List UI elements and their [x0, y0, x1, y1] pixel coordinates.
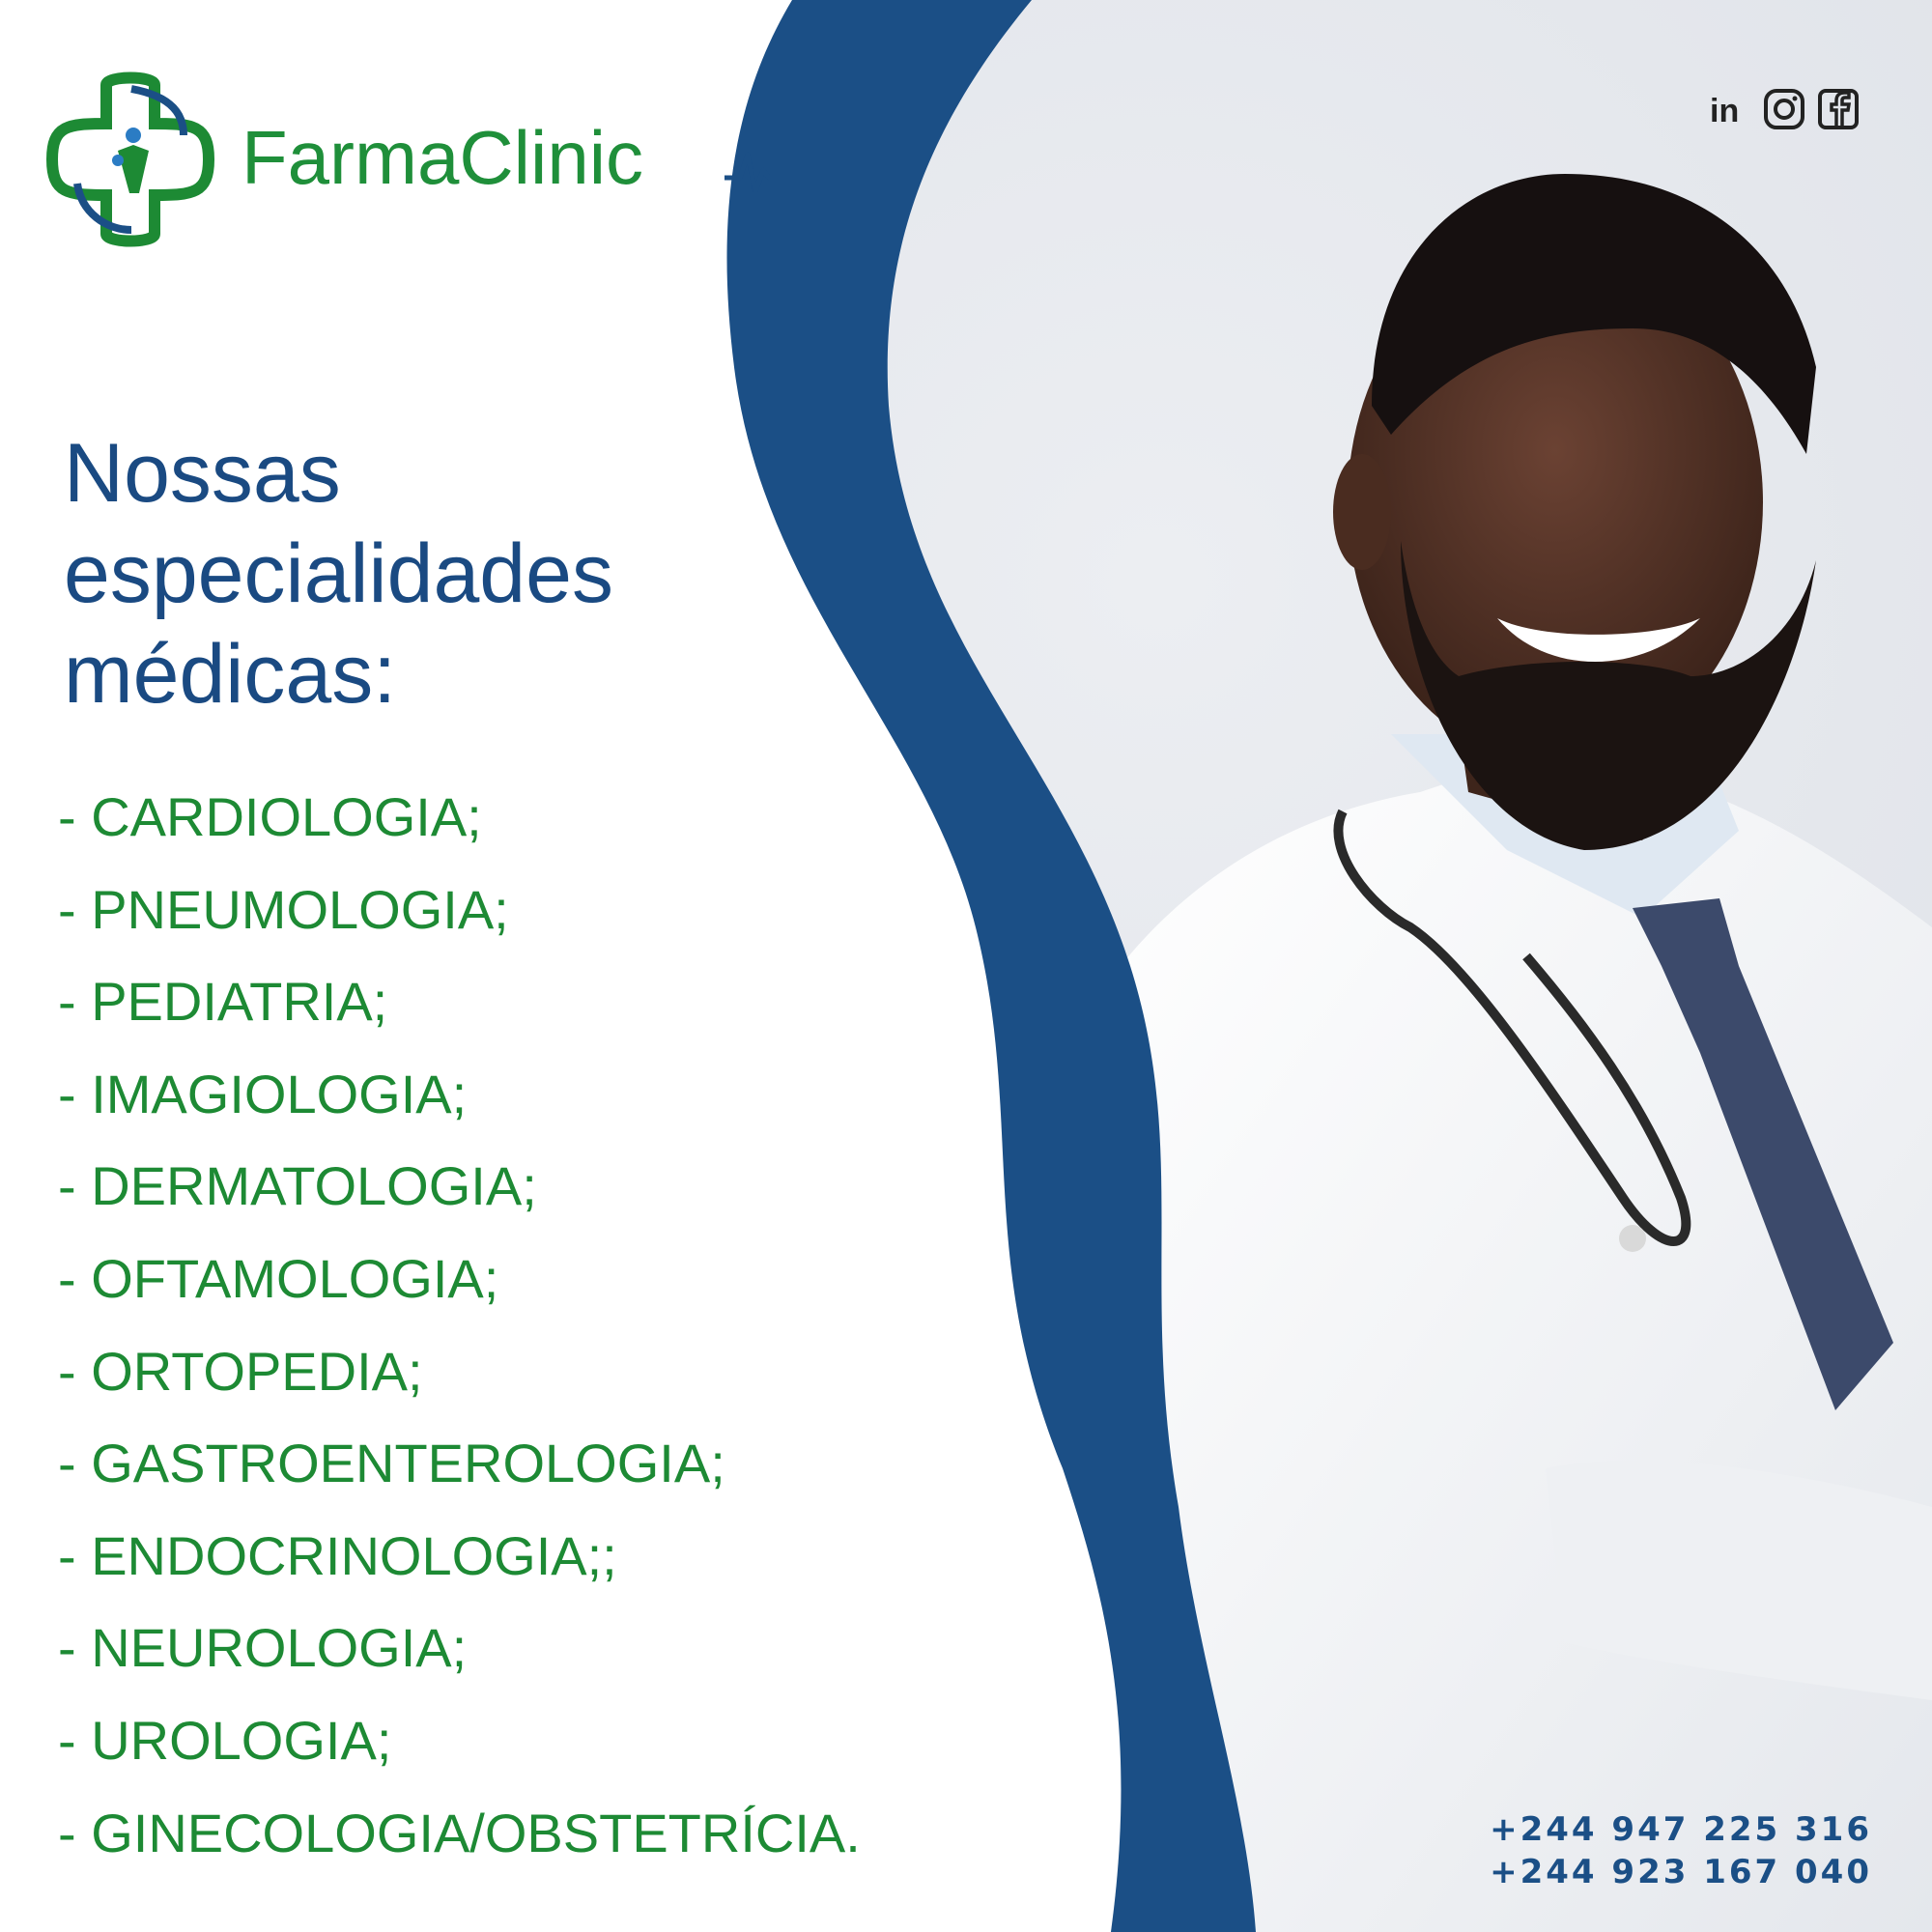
- heartbeat-icon: [724, 152, 792, 194]
- linkedin-icon[interactable]: in: [1708, 87, 1752, 131]
- cross-logo-icon: [45, 71, 215, 247]
- facebook-icon[interactable]: [1816, 87, 1861, 131]
- list-item: - OFTAMOLOGIA;: [58, 1247, 499, 1309]
- list-item: - ORTOPEDIA;: [58, 1340, 423, 1402]
- title-line-1: Nossas: [64, 427, 341, 520]
- list-item: - DERMATOLOGIA;: [58, 1155, 537, 1217]
- phone-number[interactable]: +244 923 167 040: [1486, 1851, 1872, 1893]
- list-item: - PNEUMOLOGIA;: [58, 878, 509, 940]
- list-item: - IMAGIOLOGIA;: [58, 1063, 468, 1124]
- page-title: Nossas especialidades médicas:: [64, 423, 740, 724]
- phone-number[interactable]: +244 947 225 316: [1486, 1808, 1872, 1851]
- instagram-icon[interactable]: [1762, 87, 1806, 131]
- list-item: - CARDIOLOGIA;: [58, 786, 482, 847]
- list-item: - ENDOCRINOLOGIA;;: [58, 1524, 617, 1586]
- svg-text:in: in: [1710, 93, 1739, 129]
- list-item: - PEDIATRIA;: [58, 971, 388, 1033]
- title-line-3: médicas:: [64, 628, 397, 721]
- list-item: - UROLOGIA;: [58, 1709, 392, 1771]
- brand-logo: FarmaClinic: [39, 68, 792, 251]
- list-item: - NEUROLOGIA;: [58, 1617, 468, 1679]
- title-line-2: especialidades: [64, 527, 613, 620]
- list-item: - GASTROENTEROLOGIA;: [58, 1433, 725, 1494]
- specialties-list: - CARDIOLOGIA; - PNEUMOLOGIA; - PEDIATRI…: [58, 771, 861, 1879]
- contact-phones: +244 947 225 316 +244 923 167 040: [1486, 1808, 1872, 1893]
- social-links: in: [1708, 87, 1861, 131]
- list-item: - GINECOLOGIA/OBSTETRÍCIA.: [58, 1802, 861, 1863]
- brand-name: FarmaClinic: [242, 115, 644, 200]
